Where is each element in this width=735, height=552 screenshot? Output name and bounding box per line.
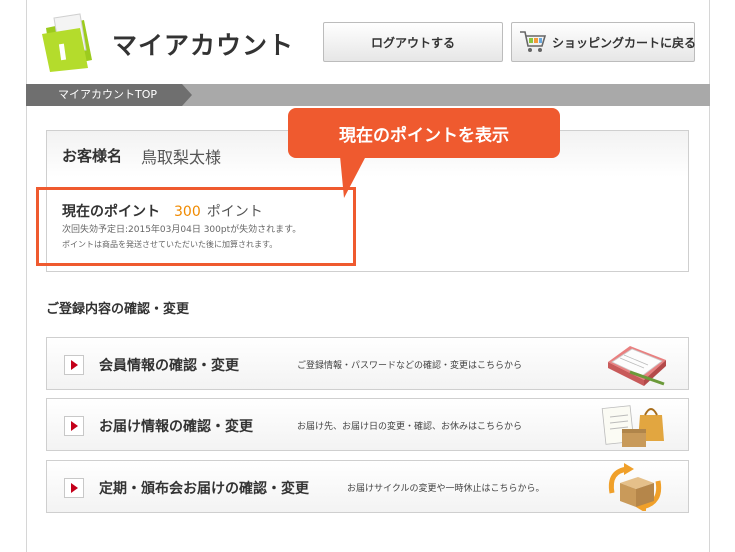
menu-item-label: 定期・頒布会お届けの確認・変更 <box>99 481 309 497</box>
menu-item-description: お届け先、お届け日の変更・確認、お休みはこちらから <box>297 422 523 432</box>
customer-label: お客様名 <box>62 147 123 165</box>
arrow-right-icon <box>64 478 84 498</box>
logout-button-label: ログアウトする <box>370 35 455 50</box>
breadcrumb: マイアカウントTOP <box>26 84 710 106</box>
subscription-delivery-link[interactable]: 定期・頒布会お届けの確認・変更 お届けサイクルの変更や一時休止はこちらから。 <box>46 460 689 513</box>
customer-name: 鳥取梨太様 <box>141 148 222 167</box>
menu-item-description: お届けサイクルの変更や一時休止はこちらから。 <box>347 484 545 494</box>
breadcrumb-current: マイアカウントTOP <box>26 84 192 106</box>
delivery-info-link[interactable]: お届け情報の確認・変更 お届け先、お届け日の変更・確認、お休みはこちらから <box>46 398 689 451</box>
shopping-cart-icon <box>520 31 547 52</box>
arrow-right-icon <box>64 355 84 375</box>
member-info-link[interactable]: 会員情報の確認・変更 ご登録情報・パスワードなどの確認・変更はこちらから <box>46 337 689 390</box>
points-highlight-frame <box>36 187 356 266</box>
folder-logo-icon <box>42 13 92 72</box>
notebook-icon <box>608 346 666 386</box>
page-title: マイアカウント <box>112 31 295 60</box>
logout-button[interactable]: ログアウトする <box>323 22 503 62</box>
arrow-right-icon <box>64 416 84 436</box>
menu-item-label: 会員情報の確認・変更 <box>99 358 239 374</box>
menu-item-label: お届け情報の確認・変更 <box>99 419 253 435</box>
recurring-box-icon <box>608 463 662 511</box>
back-to-cart-button[interactable]: ショッピングカートに戻る <box>511 22 697 62</box>
points-callout: 現在のポイントを表示 <box>288 108 560 158</box>
delivery-box-icon <box>601 405 664 447</box>
back-to-cart-label: ショッピングカートに戻る <box>552 35 697 50</box>
callout-tail <box>340 156 366 198</box>
section-title: ご登録内容の確認・変更 <box>46 302 190 317</box>
menu-item-description: ご登録情報・パスワードなどの確認・変更はこちらから <box>297 361 523 371</box>
